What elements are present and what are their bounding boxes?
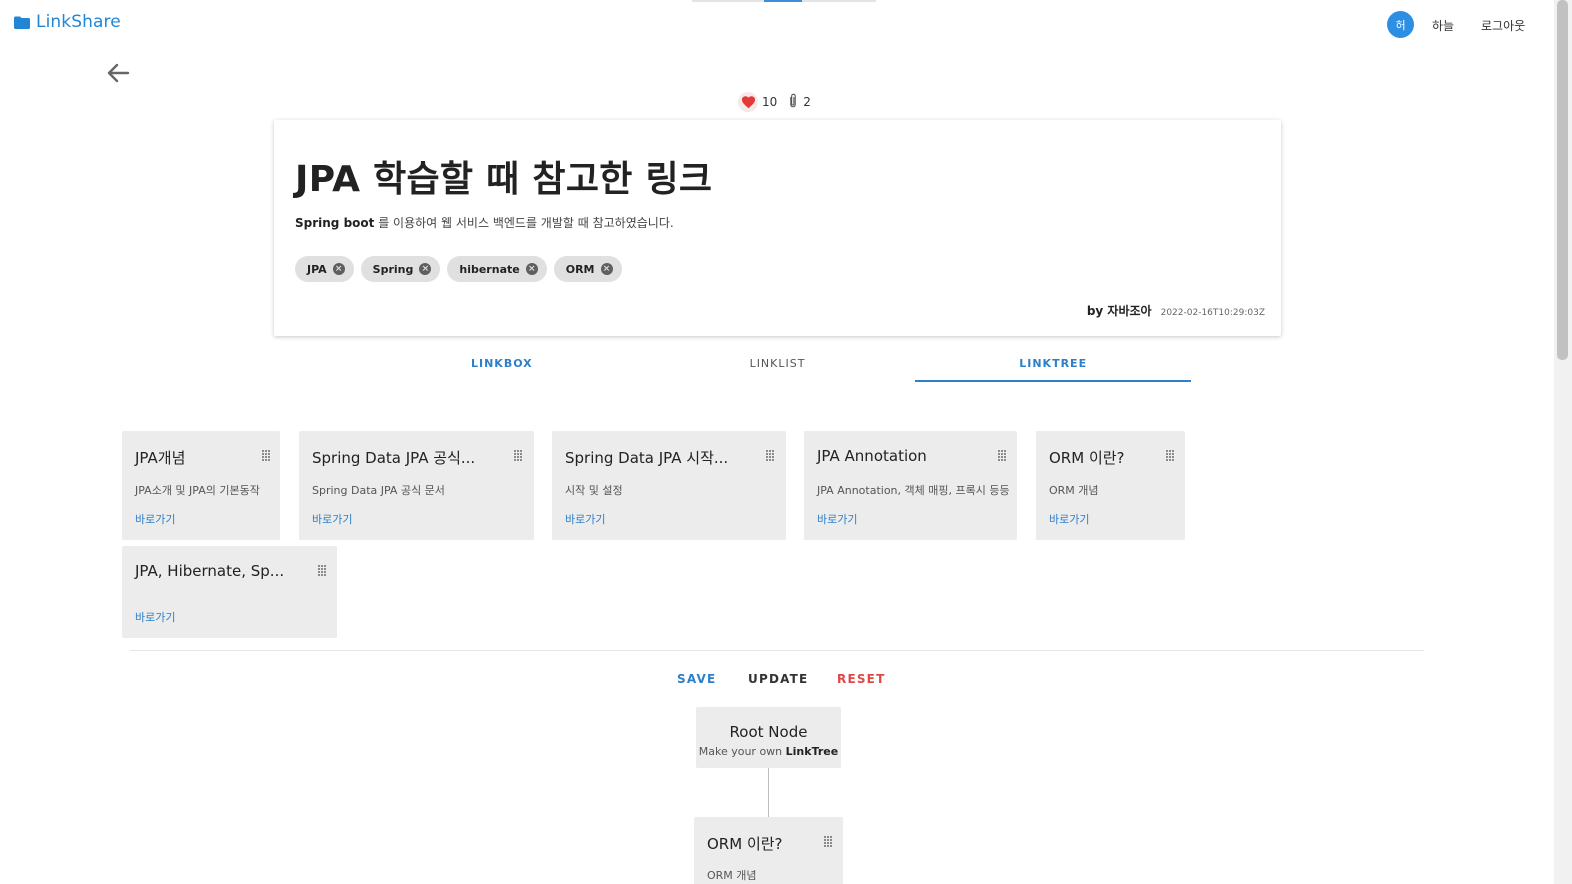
post-description-text: 를 이용하여 웹 서비스 백엔드를 개발할 때 참고하였습니다. (374, 216, 674, 230)
page-progress-bar (692, 0, 876, 2)
remove-tag-icon[interactable]: × (419, 263, 432, 275)
attachment-count: 2 (803, 95, 811, 109)
link-card-goto[interactable]: 바로가기 (135, 511, 175, 527)
drag-handle-icon[interactable] (1166, 450, 1176, 462)
view-tabs: LINKBOX LINKLIST LINKTREE (364, 346, 1191, 382)
link-card-goto[interactable]: 바로가기 (817, 511, 857, 527)
tree-node-title: ORM 이란? (707, 835, 783, 853)
tree-root-node[interactable]: Root Node Make your own LinkTree (696, 707, 841, 768)
root-node-subtitle-bold: LinkTree (785, 745, 839, 758)
tag-label: hibernate (459, 262, 520, 276)
tab-linklist[interactable]: LINKLIST (640, 346, 916, 382)
nav-username[interactable]: 하늘 (1432, 17, 1454, 34)
link-card-description: Spring Data JPA 공식 문서 (312, 484, 445, 497)
post-description: Spring boot 를 이용하여 웹 서비스 백엔드를 개발할 때 참고하였… (295, 214, 674, 231)
tag-label: JPA (307, 262, 327, 276)
link-card-title: JPA, Hibernate, Sp... (135, 562, 285, 580)
tag-label: Spring (372, 262, 414, 276)
heart-icon[interactable] (738, 92, 758, 112)
link-card[interactable]: Spring Data JPA 시작... 시작 및 설정 바로가기 (552, 431, 786, 540)
post-description-bold: Spring boot (295, 216, 375, 230)
root-node-subtitle-text: Make your own (698, 745, 786, 758)
post-card: JPA 학습할 때 참고한 링크 Spring boot 를 이용하여 웹 서비… (274, 120, 1281, 336)
logout-button[interactable]: 로그아웃 (1481, 17, 1525, 34)
remove-tag-icon[interactable]: × (525, 263, 538, 275)
tag-list: JPA × Spring × hibernate × ORM × (295, 256, 622, 282)
user-avatar[interactable]: 허 (1387, 11, 1414, 38)
link-card-title: JPA개념 (135, 449, 186, 467)
link-card-title: JPA Annotation (817, 447, 927, 465)
reset-button[interactable]: RESET (837, 672, 885, 686)
remove-tag-icon[interactable]: × (332, 263, 345, 275)
page-scrollbar[interactable] (1554, 0, 1572, 884)
post-date: 2022-02-16T10:29:03Z (1160, 308, 1265, 318)
drag-handle-icon[interactable] (824, 836, 834, 848)
paperclip-icon (787, 93, 799, 112)
link-card-description: JPA Annotation, 객체 매핑, 프록시 등등 (817, 484, 1010, 497)
brand-logo[interactable]: LinkShare (14, 12, 121, 32)
link-card-title: Spring Data JPA 시작... (565, 449, 729, 467)
update-button[interactable]: UPDATE (748, 672, 808, 686)
drag-handle-icon[interactable] (318, 565, 328, 577)
back-arrow-icon[interactable] (106, 62, 130, 84)
section-divider (130, 650, 1424, 651)
link-card-goto[interactable]: 바로가기 (135, 609, 175, 625)
tag-chip[interactable]: ORM × (553, 256, 622, 282)
tree-connector (768, 768, 769, 817)
remove-tag-icon[interactable]: × (600, 263, 613, 275)
link-card-title: Spring Data JPA 공식... (312, 449, 476, 467)
brand-name: LinkShare (36, 12, 121, 32)
folder-icon (14, 16, 30, 29)
link-card[interactable]: JPA, Hibernate, Sp... 바로가기 (122, 546, 337, 638)
link-card-description: ORM 개념 (1049, 484, 1099, 497)
tag-label: ORM (565, 262, 595, 276)
link-card-title: ORM 이란? (1049, 449, 1125, 467)
like-count: 10 (762, 95, 778, 109)
root-node-title: Root Node (729, 723, 808, 741)
link-card-goto[interactable]: 바로가기 (565, 511, 605, 527)
link-card-description: JPA소개 및 JPA의 기본동작 (135, 484, 260, 497)
tree-node-description: ORM 개념 (707, 869, 757, 882)
link-card[interactable]: JPA Annotation JPA Annotation, 객체 매핑, 프록… (804, 431, 1017, 540)
tag-chip[interactable]: JPA × (295, 256, 354, 282)
link-card[interactable]: ORM 이란? ORM 개념 바로가기 (1036, 431, 1185, 540)
drag-handle-icon[interactable] (998, 450, 1008, 462)
tree-child-node[interactable]: ORM 이란? ORM 개념 (694, 817, 843, 884)
link-card[interactable]: JPA개념 JPA소개 및 JPA의 기본동작 바로가기 (122, 431, 280, 540)
save-button[interactable]: SAVE (677, 672, 716, 686)
byline: by 자바조아 2022-02-16T10:29:03Z (1087, 302, 1265, 319)
post-author[interactable]: by 자바조아 (1087, 302, 1152, 319)
link-card-goto[interactable]: 바로가기 (312, 511, 352, 527)
tag-chip[interactable]: Spring × (360, 256, 441, 282)
link-card-description: 시작 및 설정 (565, 484, 623, 497)
tab-linktree[interactable]: LINKTREE (915, 346, 1191, 382)
post-title: JPA 학습할 때 참고한 링크 (295, 159, 713, 200)
scrollbar-thumb[interactable] (1557, 0, 1568, 360)
drag-handle-icon[interactable] (766, 450, 776, 462)
link-card-goto[interactable]: 바로가기 (1049, 511, 1089, 527)
tag-chip[interactable]: hibernate × (447, 256, 547, 282)
root-node-subtitle: Make your own LinkTree (696, 745, 841, 758)
link-card[interactable]: Spring Data JPA 공식... Spring Data JPA 공식… (299, 431, 534, 540)
tab-linkbox[interactable]: LINKBOX (364, 346, 640, 382)
drag-handle-icon[interactable] (262, 450, 272, 462)
post-stats: 10 2 (738, 92, 811, 112)
drag-handle-icon[interactable] (514, 450, 524, 462)
